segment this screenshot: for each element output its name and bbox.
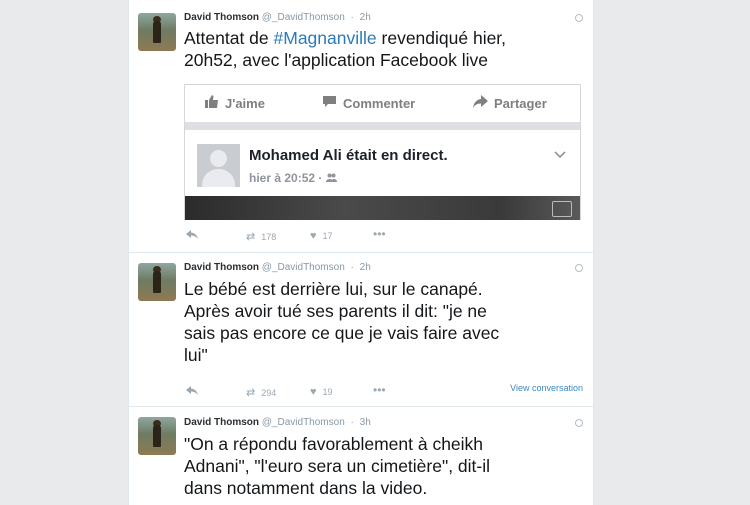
tweet-time[interactable]: 2h (360, 262, 371, 273)
comment-icon (322, 95, 337, 111)
share-arrow-icon (473, 95, 488, 111)
reply-icon[interactable] (186, 386, 198, 398)
like-button[interactable]: J'aime (205, 95, 265, 111)
like-count: 19 (322, 387, 333, 397)
view-conversation-link[interactable]: View conversation (510, 383, 583, 393)
author-handle[interactable]: @_DavidThomson (262, 12, 345, 23)
facebook-embed-card[interactable]: J'aime Commenter Partager Mohamed Ali ét… (184, 84, 581, 220)
retweet-icon: ⇄ (246, 387, 256, 399)
author-name[interactable]: David Thomson (184, 417, 259, 428)
post-time[interactable]: hier à 20:52 · (249, 171, 337, 185)
more-icon[interactable]: ••• (373, 383, 386, 397)
author-name[interactable]: David Thomson (184, 12, 259, 23)
tweet[interactable]: David Thomson @_DavidThomson · 2h Attent… (129, 0, 593, 252)
divider (185, 122, 580, 130)
share-button[interactable]: Partager (473, 95, 547, 111)
video-control-icon[interactable] (552, 201, 572, 217)
thumbs-up-icon (205, 95, 219, 111)
chevron-down-icon[interactable] (554, 148, 566, 162)
reply-icon[interactable] (186, 230, 198, 242)
friends-icon (325, 171, 337, 185)
like-count: 17 (322, 231, 333, 241)
tweet-text: Le bébé est derrière lui, sur le canapé.… (184, 279, 500, 365)
hashtag-link[interactable]: #Magnanville (274, 28, 377, 48)
like-label: J'aime (225, 96, 265, 111)
tweet[interactable]: David Thomson @_DavidThomson · 3h "On a … (129, 406, 593, 505)
retweet-count: 178 (261, 232, 277, 242)
live-video-thumbnail[interactable] (185, 196, 580, 220)
retweet-icon: ⇄ (246, 231, 256, 243)
tweet-text-part: Attentat de (184, 28, 274, 48)
retweet-button[interactable]: ⇄ 294 (246, 386, 276, 399)
facebook-post[interactable]: Mohamed Ali était en direct. hier à 20:5… (185, 130, 580, 196)
more-options-icon[interactable] (575, 264, 583, 272)
more-options-icon[interactable] (575, 419, 583, 427)
tweet-header: David Thomson @_DavidThomson · 2h (184, 262, 371, 273)
comment-button[interactable]: Commenter (322, 95, 415, 111)
post-time-text: hier à 20:52 · (249, 171, 326, 185)
tweet-header: David Thomson @_DavidThomson · 3h (184, 417, 371, 428)
tweet-text: "On a répondu favorablement à cheikh Adn… (184, 434, 491, 498)
avatar[interactable] (138, 263, 176, 301)
profile-placeholder-icon[interactable] (197, 144, 240, 187)
share-label: Partager (494, 96, 547, 111)
like-button[interactable]: ♥ 19 (310, 386, 333, 398)
heart-icon: ♥ (310, 386, 317, 398)
tweet-time[interactable]: 2h (360, 12, 371, 23)
tweet[interactable]: David Thomson @_DavidThomson · 2h Le béb… (129, 252, 593, 407)
retweet-button[interactable]: ⇄ 178 (246, 230, 276, 243)
avatar[interactable] (138, 417, 176, 455)
timeline: David Thomson @_DavidThomson · 2h Attent… (128, 0, 594, 505)
more-icon[interactable]: ••• (373, 227, 386, 241)
heart-icon: ♥ (310, 230, 317, 242)
author-name[interactable]: David Thomson (184, 262, 259, 273)
post-title[interactable]: Mohamed Ali était en direct. (249, 147, 448, 164)
retweet-count: 294 (261, 388, 277, 398)
more-options-icon[interactable] (575, 14, 583, 22)
facebook-action-bar: J'aime Commenter Partager (185, 85, 580, 121)
tweet-time[interactable]: 3h (360, 417, 371, 428)
tweet-actions: ⇄ 178 ♥ 17 ••• (186, 227, 581, 244)
comment-label: Commenter (343, 96, 416, 111)
author-handle[interactable]: @_DavidThomson (262, 417, 345, 428)
author-handle[interactable]: @_DavidThomson (262, 262, 345, 273)
tweet-header: David Thomson @_DavidThomson · 2h (184, 12, 371, 23)
tweet-text: Attentat de #Magnanville revendiqué hier… (184, 27, 579, 71)
avatar[interactable] (138, 13, 176, 51)
like-button[interactable]: ♥ 17 (310, 230, 333, 242)
